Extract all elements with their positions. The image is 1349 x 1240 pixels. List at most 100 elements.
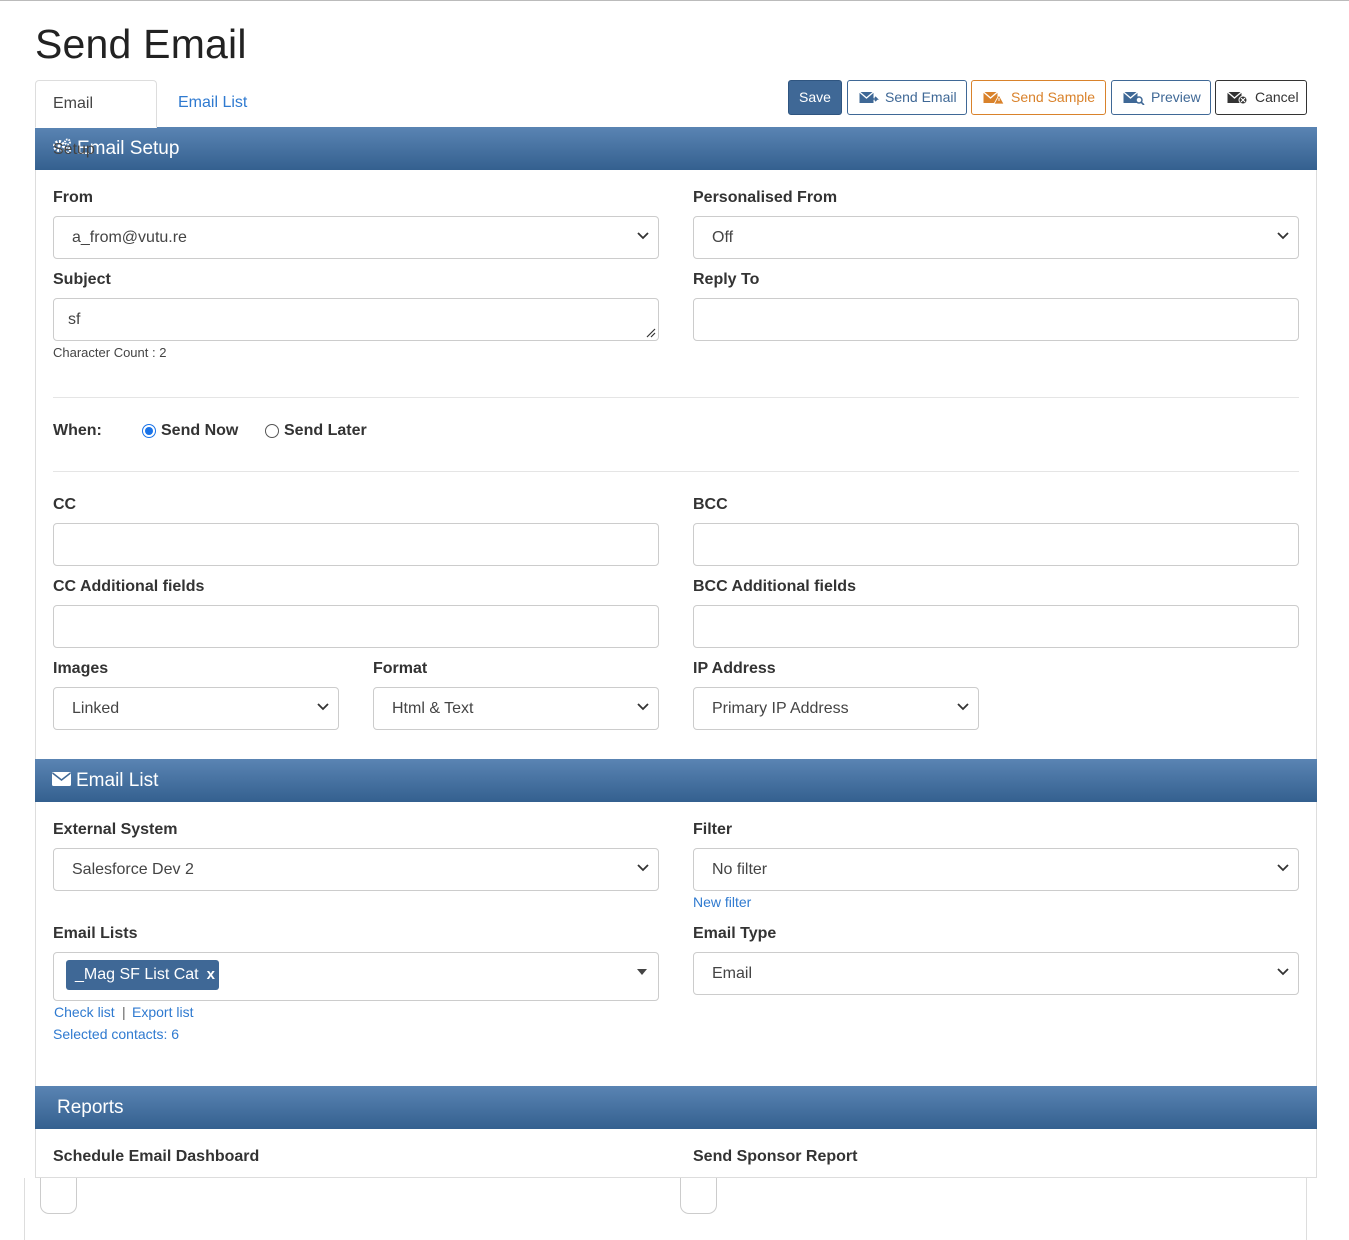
email-type-select[interactable]: Email [693, 952, 1299, 995]
bcc-input[interactable] [693, 523, 1299, 566]
cc-input[interactable] [53, 523, 659, 566]
reports-header-title: Reports [57, 1096, 124, 1118]
email-list-header-title: Email List [76, 769, 159, 791]
email-list-header: Email List [35, 759, 1317, 802]
send-email-icon [859, 91, 879, 105]
reply-to-field[interactable] [712, 299, 1269, 340]
reply-to-input[interactable] [693, 298, 1299, 341]
tab-email-setup[interactable]: Email Setup [35, 80, 157, 158]
selected-contacts-link[interactable]: Selected contacts: 6 [53, 1026, 179, 1042]
format-select[interactable]: Html & Text [373, 687, 659, 730]
bcc-additional-label: BCC Additional fields [693, 578, 856, 595]
email-list-tag: _Mag SF List Cat x [66, 960, 219, 990]
external-system-label: External System [53, 821, 178, 838]
filter-label: Filter [693, 821, 733, 838]
divider [53, 397, 1299, 398]
from-select[interactable]: a_from@vutu.re [53, 216, 659, 259]
personalised-from-label: Personalised From [693, 189, 838, 206]
preview-label: Preview [1151, 89, 1201, 105]
subject-label: Subject [53, 271, 111, 288]
chevron-down-icon [957, 703, 969, 711]
images-select[interactable]: Linked [53, 687, 339, 730]
send-email-label: Send Email [885, 89, 957, 105]
send-later-radio[interactable]: Send Later [265, 422, 367, 440]
send-sample-icon [983, 91, 1005, 105]
bcc-label: BCC [693, 496, 728, 513]
preview-button[interactable]: Preview [1111, 80, 1211, 115]
personalised-from-value: Off [712, 229, 734, 246]
chevron-down-icon [637, 232, 649, 240]
external-system-value: Salesforce Dev 2 [72, 861, 194, 878]
caret-down-icon[interactable] [637, 969, 647, 975]
chevron-down-icon [637, 864, 649, 872]
email-type-value: Email [712, 965, 753, 982]
format-value: Html & Text [392, 700, 474, 717]
bcc-field[interactable] [712, 524, 1269, 565]
bcc-additional-input[interactable] [693, 605, 1299, 648]
send-now-radio[interactable]: Send Now [142, 422, 238, 440]
email-setup-header: Email Setup [35, 127, 1317, 170]
export-list-link[interactable]: Export list [132, 1004, 193, 1020]
personalised-from-select[interactable]: Off [693, 216, 1299, 259]
external-system-select[interactable]: Salesforce Dev 2 [53, 848, 659, 891]
save-label: Save [799, 89, 831, 105]
schedule-dashboard-label: Schedule Email Dashboard [53, 1148, 260, 1165]
chevron-down-icon [1277, 864, 1289, 872]
images-value: Linked [72, 700, 120, 717]
chevron-down-icon [1277, 968, 1289, 976]
filter-select[interactable]: No filter [693, 848, 1299, 891]
cc-additional-input[interactable] [53, 605, 659, 648]
images-label: Images [53, 660, 109, 677]
cancel-label: Cancel [1255, 89, 1299, 105]
link-separator: | [122, 1004, 126, 1020]
send-sample-button[interactable]: Send Sample [971, 80, 1106, 115]
from-label: From [53, 189, 93, 206]
ip-address-select[interactable]: Primary IP Address [693, 687, 979, 730]
main-panel [35, 127, 1317, 1178]
reply-to-label: Reply To [693, 271, 760, 288]
when-label: When: [53, 422, 102, 439]
cc-additional-label: CC Additional fields [53, 578, 205, 595]
send-sample-label: Send Sample [1011, 89, 1096, 105]
new-filter-link[interactable]: New filter [693, 894, 751, 910]
cancel-button[interactable]: Cancel [1215, 80, 1307, 115]
panel-bottom [24, 1178, 1307, 1240]
reports-header: Reports [35, 1086, 1317, 1129]
check-list-link[interactable]: Check list [54, 1004, 115, 1020]
remove-tag-icon[interactable]: x [207, 960, 215, 990]
schedule-dashboard-toggle[interactable] [40, 1178, 77, 1214]
sponsor-report-toggle[interactable] [680, 1178, 717, 1214]
preview-icon [1123, 91, 1145, 105]
chevron-down-icon [637, 703, 649, 711]
filter-value: No filter [712, 861, 768, 878]
from-value: a_from@vutu.re [72, 229, 187, 246]
subject-value: sf [68, 311, 81, 328]
sponsor-report-label: Send Sponsor Report [693, 1148, 858, 1165]
send-email-button[interactable]: Send Email [847, 80, 967, 115]
email-list-tag-label: _Mag SF List Cat [75, 966, 199, 983]
cc-field[interactable] [72, 524, 629, 565]
divider [53, 471, 1299, 472]
chevron-down-icon [317, 703, 329, 711]
email-type-label: Email Type [693, 925, 777, 942]
send-later-label: Send Later [284, 422, 367, 439]
save-button[interactable]: Save [788, 80, 842, 115]
format-label: Format [373, 660, 428, 677]
chevron-down-icon [1277, 232, 1289, 240]
tab-email-list[interactable]: Email List [161, 80, 264, 128]
subject-char-count: Character Count : 2 [53, 345, 167, 360]
envelope-icon [52, 760, 71, 802]
send-now-label: Send Now [161, 422, 239, 439]
subject-textarea[interactable]: sf [53, 298, 659, 341]
radio-unchecked-icon[interactable] [265, 424, 279, 438]
radio-checked-icon[interactable] [142, 424, 156, 438]
ip-address-label: IP Address [693, 660, 776, 677]
ip-address-value: Primary IP Address [712, 700, 849, 717]
cc-label: CC [53, 496, 77, 513]
resize-grip-icon[interactable] [646, 328, 656, 338]
page-title: Send Email [35, 21, 247, 67]
bcc-additional-field[interactable] [712, 606, 1269, 647]
email-lists-label: Email Lists [53, 925, 138, 942]
cancel-icon [1227, 91, 1249, 105]
cc-additional-field[interactable] [72, 606, 629, 647]
